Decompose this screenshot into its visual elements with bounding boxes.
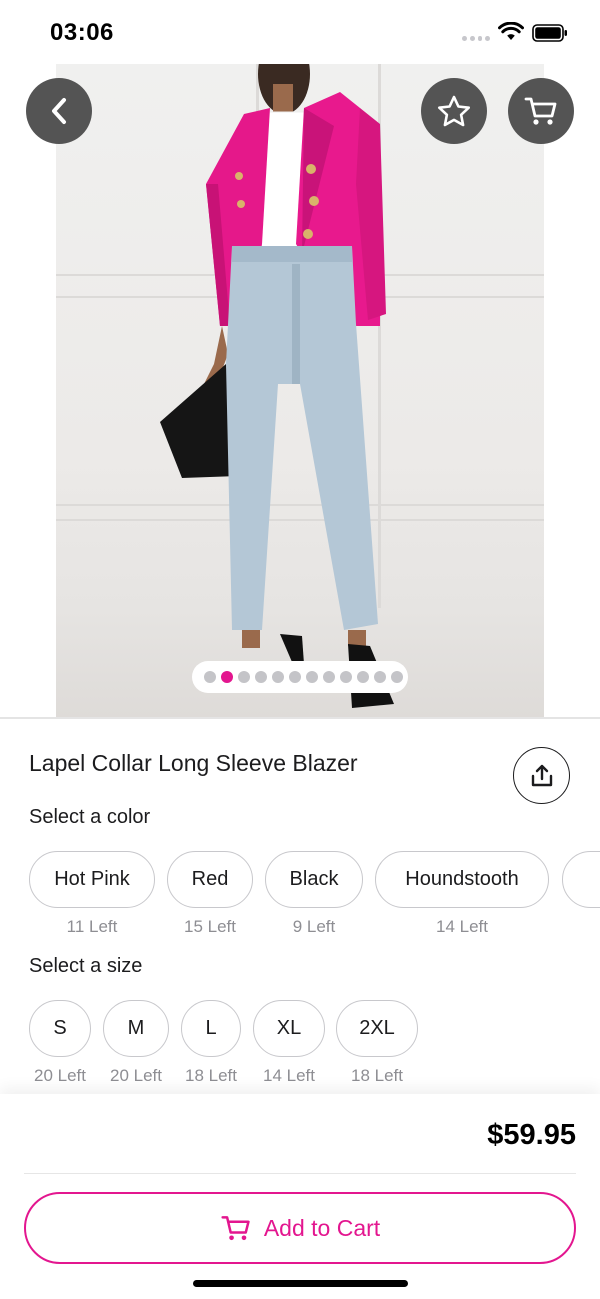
pagination-dot[interactable]	[374, 671, 386, 683]
pagination-dot[interactable]	[204, 671, 216, 683]
color-stock-label: 15 Left	[184, 917, 236, 936]
pagination-dot[interactable]	[255, 671, 267, 683]
back-button[interactable]	[26, 78, 92, 144]
product-title: Lapel Collar Long Sleeve Blazer	[29, 750, 358, 776]
color-chip[interactable]: Red	[167, 851, 253, 908]
divider	[24, 1173, 576, 1174]
color-chip[interactable]: Black	[265, 851, 363, 908]
wifi-icon	[498, 22, 524, 40]
share-button[interactable]	[513, 747, 570, 804]
color-chip[interactable]: Houndstooth	[375, 851, 549, 908]
cellular-signal-icon	[462, 36, 490, 42]
size-stock-label: 20 Left	[34, 1066, 86, 1085]
add-to-cart-label: Add to Cart	[263, 1214, 381, 1241]
size-chip[interactable]: 2XL	[336, 1000, 418, 1057]
size-stock-label: 18 Left	[185, 1066, 237, 1085]
color-chip[interactable]: Hot Pink	[29, 851, 155, 908]
battery-icon	[532, 24, 567, 42]
chevron-left-icon	[52, 98, 66, 124]
cart-icon	[524, 97, 557, 125]
star-icon	[438, 95, 470, 127]
divider	[0, 717, 600, 719]
pagination-dot[interactable]	[357, 671, 369, 683]
pagination-dot[interactable]	[272, 671, 284, 683]
pagination-dot[interactable]	[340, 671, 352, 683]
color-stock-label: 11 Left	[66, 917, 118, 936]
pagination-dot[interactable]	[289, 671, 301, 683]
model-illustration	[160, 64, 394, 708]
size-stock-label: 20 Left	[110, 1066, 162, 1085]
size-chip[interactable]: L	[181, 1000, 241, 1057]
product-image[interactable]	[56, 64, 544, 718]
product-detail-screen: 03:06 Lapel Collar Long Sleeve Blazer Se…	[0, 0, 600, 1299]
status-bar: 03:06	[0, 0, 600, 64]
cart-button[interactable]	[508, 78, 574, 144]
size-chip[interactable]: M	[103, 1000, 169, 1057]
pagination-dot[interactable]	[391, 671, 403, 683]
image-pagination[interactable]	[192, 661, 408, 693]
add-to-cart-button[interactable]: Add to Cart	[24, 1192, 576, 1264]
favorite-button[interactable]	[421, 78, 487, 144]
cart-icon	[221, 1216, 250, 1241]
size-stock-label: 18 Left	[351, 1066, 403, 1085]
pagination-dot[interactable]	[323, 671, 335, 683]
status-time: 03:06	[50, 19, 114, 46]
size-chip[interactable]: S	[29, 1000, 91, 1057]
home-indicator[interactable]	[193, 1280, 408, 1287]
color-stock-label: 14 Left	[436, 917, 488, 936]
size-stock-label: 14 Left	[263, 1066, 315, 1085]
color-chip-more[interactable]	[562, 851, 600, 908]
size-chip[interactable]: XL	[253, 1000, 325, 1057]
color-section-label: Select a color	[29, 806, 151, 828]
pagination-dot[interactable]	[306, 671, 318, 683]
color-stock-label: 9 Left	[292, 917, 336, 936]
size-section-label: Select a size	[29, 955, 143, 977]
pagination-dot[interactable]	[221, 671, 233, 683]
share-icon	[531, 764, 552, 786]
pagination-dot[interactable]	[238, 671, 250, 683]
product-price: $59.95	[487, 1119, 576, 1151]
